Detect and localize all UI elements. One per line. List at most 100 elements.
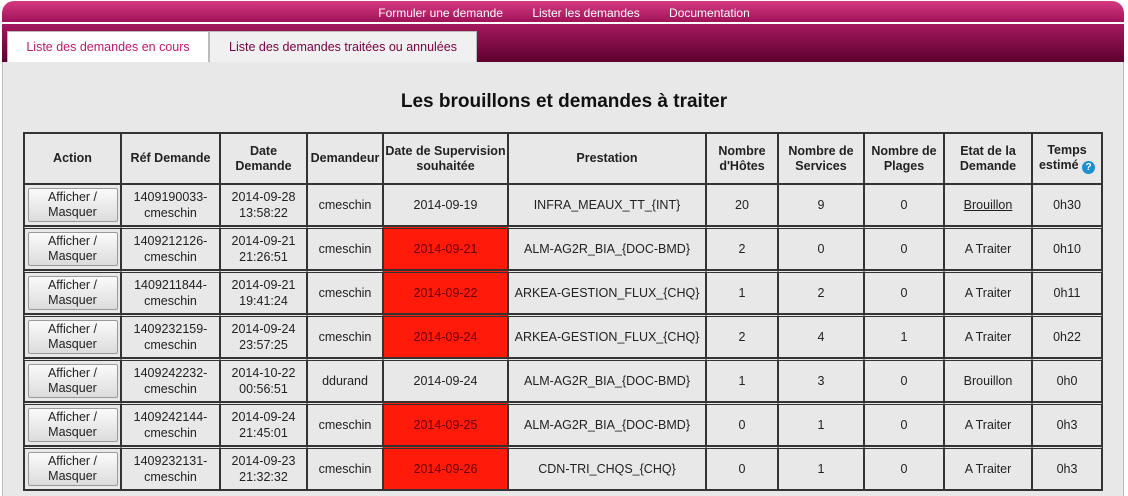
- temps-estime-cell: 0h22: [1032, 314, 1102, 358]
- etat-label: A Traiter: [964, 330, 1012, 344]
- etat-label: A Traiter: [964, 418, 1012, 432]
- etat-label: A Traiter: [964, 286, 1012, 300]
- col-nombre-hotes[interactable]: Nombre d'Hôtes: [706, 133, 778, 184]
- date-demande-cell: 2014-09-21 19:41:24: [220, 270, 307, 314]
- col-date-supervision[interactable]: Date de Supervision souhaitée: [383, 133, 508, 184]
- nombre-plages-cell: 0: [864, 402, 944, 446]
- col-prestation[interactable]: Prestation: [508, 133, 706, 184]
- nombre-plages-cell: 0: [864, 270, 944, 314]
- etat-label: A Traiter: [964, 242, 1012, 256]
- afficher-masquer-button[interactable]: Afficher / Masquer: [27, 364, 118, 398]
- demandeur-cell: cmeschin: [307, 402, 383, 446]
- date-supervision-cell: 2014-09-26: [383, 446, 508, 490]
- prestation-cell: ARKEA-GESTION_FLUX_{CHQ}: [508, 270, 706, 314]
- action-cell: Afficher / Masquer: [24, 184, 121, 226]
- nombre-hotes-cell: 20: [706, 184, 778, 226]
- nombre-hotes-cell: 2: [706, 314, 778, 358]
- col-etat-demande[interactable]: Etat de la Demande: [944, 133, 1032, 184]
- action-cell: Afficher / Masquer: [24, 358, 121, 402]
- col-ref-demande[interactable]: Réf Demande: [121, 133, 220, 184]
- tab-demandes-en-cours[interactable]: Liste des demandes en cours: [7, 31, 209, 63]
- date-demande-cell: 2014-09-21 21:26:51: [220, 226, 307, 270]
- date-supervision-cell: 2014-09-24: [383, 358, 508, 402]
- table-row: Afficher / Masquer 1409212126-cmeschin 201…: [24, 226, 1102, 270]
- ref-demande-cell: 1409212126-cmeschin: [121, 226, 220, 270]
- nav-documentation[interactable]: Documentation: [669, 6, 750, 20]
- ref-demande-cell: 1409211844-cmeschin: [121, 270, 220, 314]
- afficher-masquer-button[interactable]: Afficher / Masquer: [27, 232, 118, 266]
- action-cell: Afficher / Masquer: [24, 446, 121, 490]
- temps-estime-cell: 0h11: [1032, 270, 1102, 314]
- afficher-masquer-button[interactable]: Afficher / Masquer: [27, 320, 118, 354]
- tab-demandes-traitees[interactable]: Liste des demandes traitées ou annulées: [209, 31, 477, 62]
- date-supervision-cell: 2014-09-21: [383, 226, 508, 270]
- demandeur-cell: cmeschin: [307, 446, 383, 490]
- etat-label: Brouillon: [963, 374, 1013, 388]
- col-action[interactable]: Action: [24, 133, 121, 184]
- etat-link[interactable]: Brouillon: [964, 198, 1013, 212]
- ref-demande-cell: 1409242144-cmeschin: [121, 402, 220, 446]
- top-navigation: Formuler une demande Lister les demandes…: [0, 6, 1128, 24]
- temps-estime-cell: 0h3: [1032, 402, 1102, 446]
- nombre-plages-cell: 0: [864, 184, 944, 226]
- action-cell: Afficher / Masquer: [24, 402, 121, 446]
- temps-estime-label: Temps estimé: [1038, 143, 1087, 172]
- table-row: Afficher / Masquer 1409242232-cmeschin 201…: [24, 358, 1102, 402]
- col-temps-estime[interactable]: Temps estimé ?: [1032, 133, 1102, 184]
- prestation-cell: ALM-AG2R_BIA_{DOC-BMD}: [508, 226, 706, 270]
- nombre-hotes-cell: 0: [706, 402, 778, 446]
- date-demande-cell: 2014-10-22 00:56:51: [220, 358, 307, 402]
- nav-lister-demandes[interactable]: Lister les demandes: [532, 6, 639, 20]
- afficher-masquer-button[interactable]: Afficher / Masquer: [27, 408, 118, 442]
- etat-demande-cell: Brouillon: [944, 184, 1032, 226]
- nav-formuler-demande[interactable]: Formuler une demande: [378, 6, 503, 20]
- nombre-hotes-cell: 0: [706, 446, 778, 490]
- col-nombre-plages[interactable]: Nombre de Plages: [864, 133, 944, 184]
- demandeur-cell: cmeschin: [307, 226, 383, 270]
- nombre-plages-cell: 0: [864, 226, 944, 270]
- prestation-cell: ALM-AG2R_BIA_{DOC-BMD}: [508, 402, 706, 446]
- date-demande-cell: 2014-09-24 23:57:25: [220, 314, 307, 358]
- demandes-table: Action Réf Demande Date Demande Demandeu…: [23, 132, 1103, 491]
- date-demande-cell: 2014-09-23 21:32:32: [220, 446, 307, 490]
- col-demandeur[interactable]: Demandeur: [307, 133, 383, 184]
- nombre-services-cell: 1: [778, 402, 864, 446]
- table-row: Afficher / Masquer 1409232131-cmeschin 201…: [24, 446, 1102, 490]
- col-nombre-services[interactable]: Nombre de Services: [778, 133, 864, 184]
- table-row: Afficher / Masquer 1409211844-cmeschin 201…: [24, 270, 1102, 314]
- etat-label: A Traiter: [964, 462, 1012, 476]
- tab-bar: Liste des demandes en cours Liste des de…: [2, 24, 1124, 63]
- help-icon[interactable]: ?: [1082, 161, 1096, 174]
- nombre-hotes-cell: 1: [706, 358, 778, 402]
- nombre-services-cell: 2: [778, 270, 864, 314]
- etat-demande-cell: A Traiter: [944, 270, 1032, 314]
- demandeur-cell: ddurand: [307, 358, 383, 402]
- prestation-cell: ARKEA-GESTION_FLUX_{CHQ}: [508, 314, 706, 358]
- etat-demande-cell: A Traiter: [944, 314, 1032, 358]
- nombre-plages-cell: 0: [864, 446, 944, 490]
- temps-estime-cell: 0h0: [1032, 358, 1102, 402]
- nombre-plages-cell: 1: [864, 314, 944, 358]
- demandeur-cell: cmeschin: [307, 184, 383, 226]
- temps-estime-cell: 0h30: [1032, 184, 1102, 226]
- action-cell: Afficher / Masquer: [24, 226, 121, 270]
- temps-estime-cell: 0h10: [1032, 226, 1102, 270]
- date-supervision-cell: 2014-09-22: [383, 270, 508, 314]
- table-header-row: Action Réf Demande Date Demande Demandeu…: [24, 133, 1102, 184]
- date-demande-cell: 2014-09-28 13:58:22: [220, 184, 307, 226]
- demandeur-cell: cmeschin: [307, 314, 383, 358]
- etat-demande-cell: A Traiter: [944, 402, 1032, 446]
- demandeur-cell: cmeschin: [307, 270, 383, 314]
- nombre-hotes-cell: 1: [706, 270, 778, 314]
- date-demande-cell: 2014-09-24 21:45:01: [220, 402, 307, 446]
- table-row: Afficher / Masquer 1409242144-cmeschin 201…: [24, 402, 1102, 446]
- table-row: Afficher / Masquer 1409232159-cmeschin 201…: [24, 314, 1102, 358]
- ref-demande-cell: 1409190033-cmeschin: [121, 184, 220, 226]
- prestation-cell: CDN-TRI_CHQS_{CHQ}: [508, 446, 706, 490]
- afficher-masquer-button[interactable]: Afficher / Masquer: [27, 276, 118, 310]
- nombre-services-cell: 1: [778, 446, 864, 490]
- afficher-masquer-button[interactable]: Afficher / Masquer: [27, 188, 118, 222]
- date-supervision-cell: 2014-09-24: [383, 314, 508, 358]
- col-date-demande[interactable]: Date Demande: [220, 133, 307, 184]
- afficher-masquer-button[interactable]: Afficher / Masquer: [27, 452, 118, 486]
